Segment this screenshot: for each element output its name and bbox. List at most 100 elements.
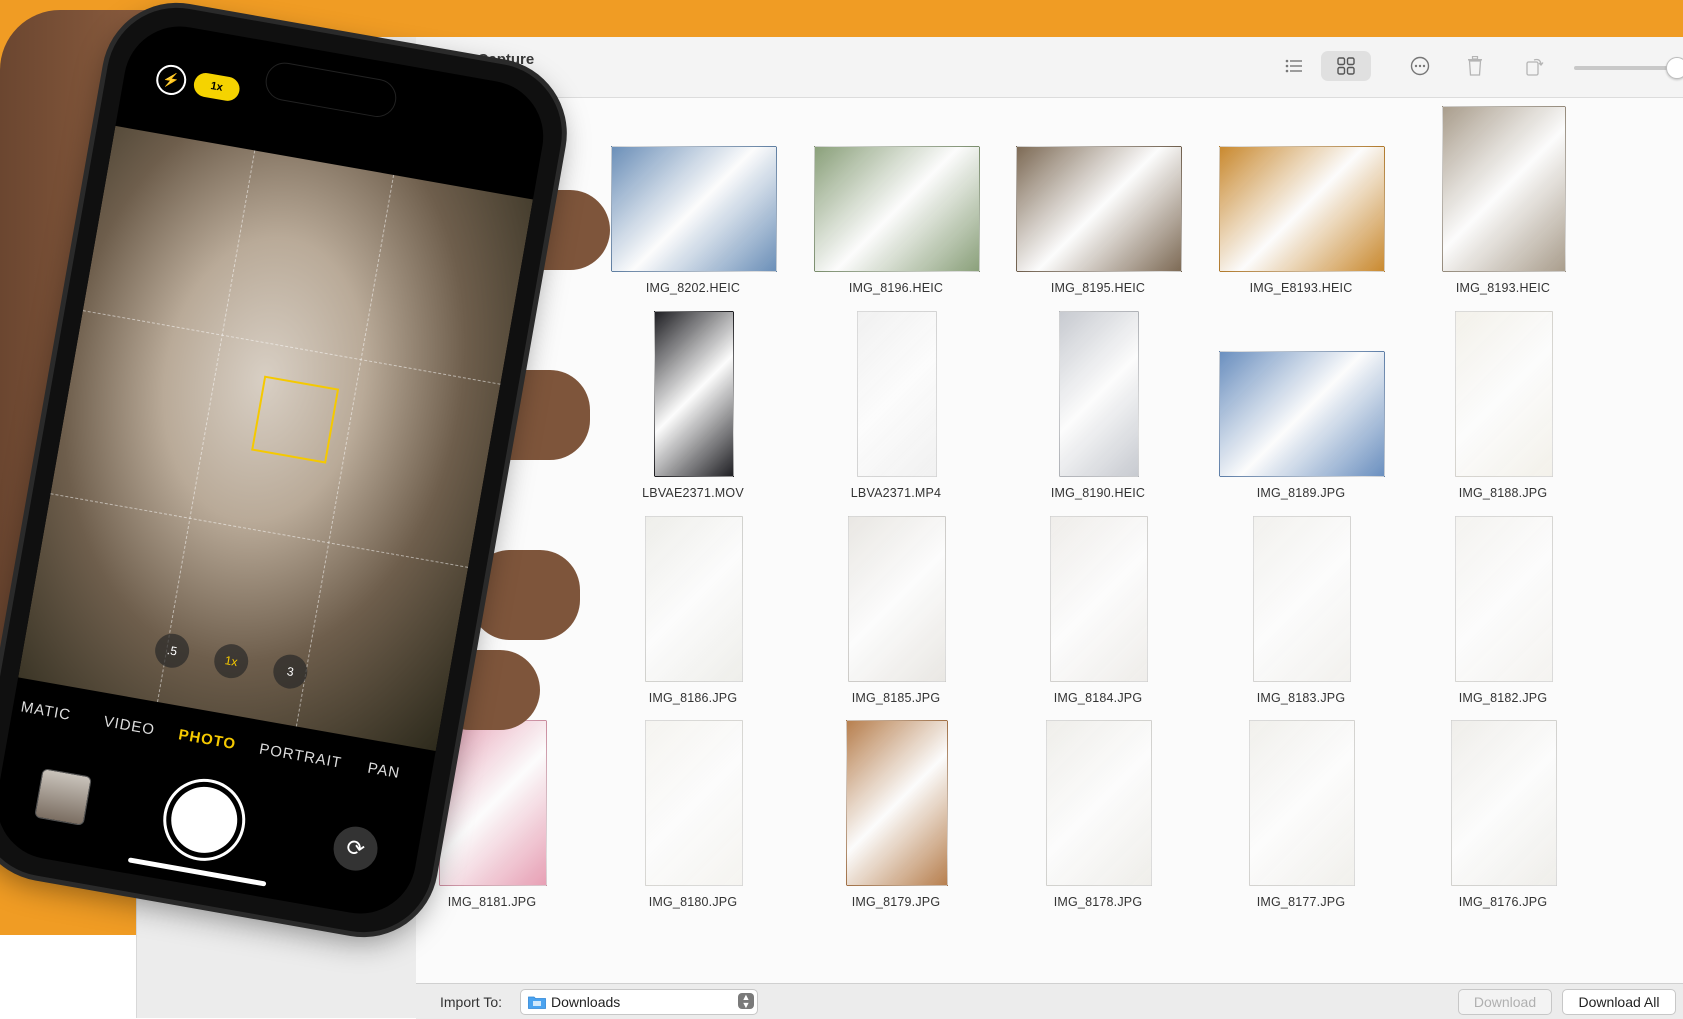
list-view-icon <box>1285 59 1302 73</box>
photo-thumbnail-frame <box>998 98 1198 274</box>
photo-thumbnail[interactable] <box>1253 516 1351 682</box>
photo-thumbnail[interactable] <box>1046 720 1152 886</box>
photo-cell[interactable]: IMG_8183.JPG <box>1201 508 1401 718</box>
photo-cell[interactable]: IMG_8182.JPG <box>1403 508 1603 718</box>
photo-thumbnail[interactable] <box>439 720 547 886</box>
bottom-bar: Import To: Downloads ▲ ▼ Download Downloa… <box>416 983 1683 1019</box>
download-button[interactable]: Download <box>1458 989 1552 1015</box>
photo-thumbnail-frame <box>796 303 996 479</box>
photo-filename: IMG_8189.JPG <box>1256 486 1346 500</box>
photo-cell[interactable]: IMG_8184.JPG <box>998 508 1198 718</box>
rotate-button[interactable] <box>1518 51 1552 81</box>
photo-cell[interactable]: IMG_8189.JPG <box>1201 303 1401 513</box>
photo-thumbnail[interactable] <box>645 720 743 886</box>
photo-filename: IMG_8181.JPG <box>447 895 537 909</box>
photo-cell[interactable]: IMG_8188.JPG <box>1403 303 1603 513</box>
photo-cell[interactable]: IMG_8195.HEIC <box>998 98 1198 308</box>
photo-thumbnail-frame <box>998 303 1198 479</box>
background-orange-band <box>0 0 1683 37</box>
photo-thumbnail[interactable] <box>814 146 980 272</box>
photo-filename: IMG_8177.JPG <box>1256 895 1346 909</box>
photo-thumbnail[interactable] <box>857 311 937 477</box>
photo-thumbnail[interactable] <box>654 311 734 477</box>
photo-cell[interactable]: IMG_E8193.HEIC <box>1201 98 1401 308</box>
photo-filename: IMG_8183.JPG <box>1256 691 1346 705</box>
folder-icon <box>528 996 546 1009</box>
photo-cell[interactable]: IMG_8178.JPG <box>998 712 1198 922</box>
photo-cell[interactable]: LBVA2371.MP4 <box>796 303 996 513</box>
photo-thumbnail[interactable] <box>1219 351 1385 477</box>
ellipsis-circle-icon <box>1410 56 1430 76</box>
photo-filename: LBVAE2371.MOV <box>642 486 744 500</box>
photo-thumbnail-frame <box>998 508 1198 684</box>
photo-cell[interactable]: LBVAE2371.MOV <box>593 303 793 513</box>
photo-cell[interactable]: IMG_8180.JPG <box>593 712 793 922</box>
photo-filename: IMG_E8193.HEIC <box>1249 281 1353 295</box>
photo-filename: IMG_8195.HEIC <box>1050 281 1146 295</box>
photo-thumbnail-frame <box>593 712 793 888</box>
photo-cell[interactable]: IMG_8190.HEIC <box>998 303 1198 513</box>
chevron-updown-icon: ▲ ▼ <box>738 993 754 1010</box>
photo-cell[interactable]: IMG_8196.HEIC <box>796 98 996 308</box>
rotate-icon <box>1526 58 1544 76</box>
photo-thumbnail[interactable] <box>848 516 946 682</box>
photo-thumbnail[interactable] <box>1249 720 1355 886</box>
photo-thumbnail-frame <box>998 712 1198 888</box>
photo-thumbnail-frame <box>796 508 996 684</box>
photo-thumbnail-frame <box>416 712 592 888</box>
photo-thumbnail-frame <box>796 712 996 888</box>
import-to-label: Import To: <box>440 994 502 1010</box>
photo-cell[interactable]: IMG_8202.HEIC <box>593 98 793 308</box>
list-view-button[interactable] <box>1278 51 1310 81</box>
photo-thumbnail[interactable] <box>1219 146 1385 272</box>
photo-filename: IMG_8178.JPG <box>1053 895 1143 909</box>
grid-view-button[interactable] <box>1321 51 1371 81</box>
photo-thumbnail[interactable] <box>1059 311 1139 477</box>
delete-button[interactable] <box>1458 51 1492 81</box>
download-all-button[interactable]: Download All <box>1562 989 1676 1015</box>
import-destination-value: Downloads <box>551 994 621 1010</box>
more-options-button[interactable] <box>1403 51 1437 81</box>
photo-thumbnail[interactable] <box>611 146 777 272</box>
photo-filename: IMG_8182.JPG <box>1458 691 1548 705</box>
photo-filename: LBVA2371.MP4 <box>850 486 942 500</box>
photo-thumbnail-frame <box>1201 712 1401 888</box>
slider-knob[interactable] <box>1666 57 1683 79</box>
photo-thumbnail[interactable] <box>1016 146 1182 272</box>
import-destination-select[interactable]: Downloads ▲ ▼ <box>520 989 758 1015</box>
photo-cell[interactable]: IMG_8176.JPG <box>1403 712 1603 922</box>
photo-thumbnail[interactable] <box>1455 516 1553 682</box>
titlebar: Image Capture <box>416 37 1683 98</box>
window-title: Image Capture <box>430 51 535 68</box>
image-capture-window: Image Capture IMG_8202.HEIC IMG_8196.HEI… <box>416 37 1683 1018</box>
photo-thumbnail[interactable] <box>1455 311 1553 477</box>
photo-filename: IMG_8176.JPG <box>1458 895 1548 909</box>
photo-cell[interactable]: IMG_8185.JPG <box>796 508 996 718</box>
photo-cell[interactable]: IMG_8177.JPG <box>1201 712 1401 922</box>
photo-thumbnail[interactable] <box>645 516 743 682</box>
photo-thumbnail-frame <box>796 98 996 274</box>
background-orange-panel <box>0 0 136 935</box>
photo-filename: IMG_8186.JPG <box>648 691 738 705</box>
trash-icon <box>1468 56 1482 76</box>
photo-cell[interactable]: IMG_8181.JPG <box>416 712 592 922</box>
photo-thumbnail[interactable] <box>1442 106 1566 272</box>
photo-filename: IMG_8188.JPG <box>1458 486 1548 500</box>
photo-cell[interactable]: IMG_8193.HEIC <box>1403 98 1603 308</box>
thumbnail-size-slider[interactable] <box>1574 66 1679 70</box>
photo-filename: IMG_8190.HEIC <box>1050 486 1146 500</box>
photo-thumbnail[interactable] <box>1050 516 1148 682</box>
grid-view-icon <box>1337 57 1355 75</box>
photo-thumbnail[interactable] <box>1451 720 1557 886</box>
photo-thumbnail-frame <box>593 98 793 274</box>
window-sidebar <box>136 37 417 1018</box>
photo-thumbnail[interactable] <box>846 720 948 886</box>
photo-cell[interactable]: IMG_8186.JPG <box>593 508 793 718</box>
photo-filename: IMG_8179.JPG <box>851 895 941 909</box>
photo-filename: IMG_8196.HEIC <box>848 281 944 295</box>
thumbnail-grid: IMG_8202.HEIC IMG_8196.HEIC IMG_8195.HEIC I… <box>416 98 1683 1018</box>
photo-thumbnail-frame <box>1201 303 1401 479</box>
photo-thumbnail-frame <box>1403 98 1603 274</box>
photo-thumbnail-frame <box>593 303 793 479</box>
photo-cell[interactable]: IMG_8179.JPG <box>796 712 996 922</box>
